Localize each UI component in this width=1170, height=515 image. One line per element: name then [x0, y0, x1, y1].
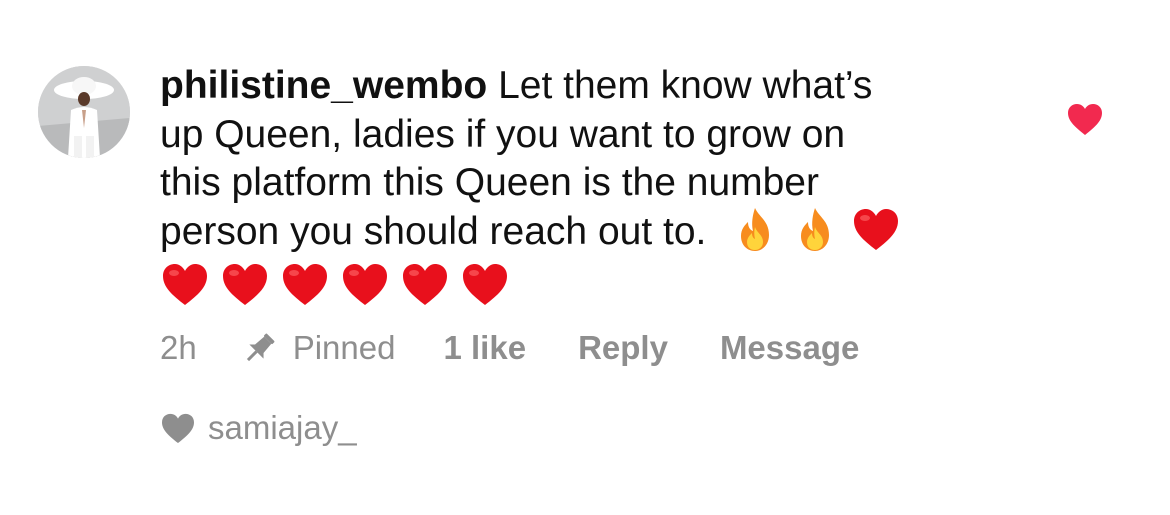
red-heart-emoji-icon	[160, 260, 210, 308]
fire-emoji-icon	[731, 205, 781, 253]
heart-filled-icon	[1068, 104, 1102, 135]
red-heart-emoji-icon	[460, 260, 510, 308]
comment-line-2: up Queen, ladies if you want to grow on	[160, 111, 980, 160]
comment-line-1: philistine_wembo Let them know what’s	[160, 62, 980, 111]
liked-by-row[interactable]: samiajay_	[160, 408, 357, 448]
red-heart-emoji-icon	[400, 260, 450, 308]
red-heart-emoji-icon	[851, 205, 901, 253]
heart-filled-icon	[160, 412, 196, 444]
comment-timestamp: 2h	[160, 329, 197, 366]
fire-emoji-icon	[791, 205, 841, 253]
red-heart-emoji-icon	[280, 260, 330, 308]
comment-line-3: this platform this Queen is the number	[160, 159, 980, 208]
pinned-label: Pinned	[292, 329, 396, 366]
liked-by-username[interactable]: samiajay_	[208, 409, 357, 447]
red-heart-emoji-icon	[220, 260, 270, 308]
comment-text-line-4: person you should reach out to.	[160, 209, 707, 253]
comment-username[interactable]: philistine_wembo	[160, 64, 487, 107]
comment-line-4: person you should reach out to.	[160, 208, 980, 257]
emoji-row-hearts	[160, 258, 980, 310]
likes-count-link[interactable]: 1 like	[443, 329, 526, 367]
avatar-image	[38, 66, 130, 158]
comment-text-line-2: up Queen, ladies if you want to grow on	[160, 112, 846, 156]
avatar[interactable]	[38, 66, 130, 158]
message-button[interactable]: Message	[720, 329, 859, 367]
red-heart-emoji-icon	[340, 260, 390, 308]
comment-text-line-1: Let them know what’s	[498, 64, 873, 107]
pin-icon	[241, 329, 279, 367]
comment-text-line-3: this platform this Queen is the number	[160, 161, 819, 204]
reply-button[interactable]: Reply	[578, 329, 668, 367]
like-comment-button[interactable]	[1066, 102, 1104, 136]
comment-body: philistine_wembo Let them know what’s up…	[160, 62, 980, 310]
emoji-row-inline	[731, 205, 901, 253]
comment-meta-row: 2h Pinned 1 like Reply Message	[160, 326, 859, 370]
